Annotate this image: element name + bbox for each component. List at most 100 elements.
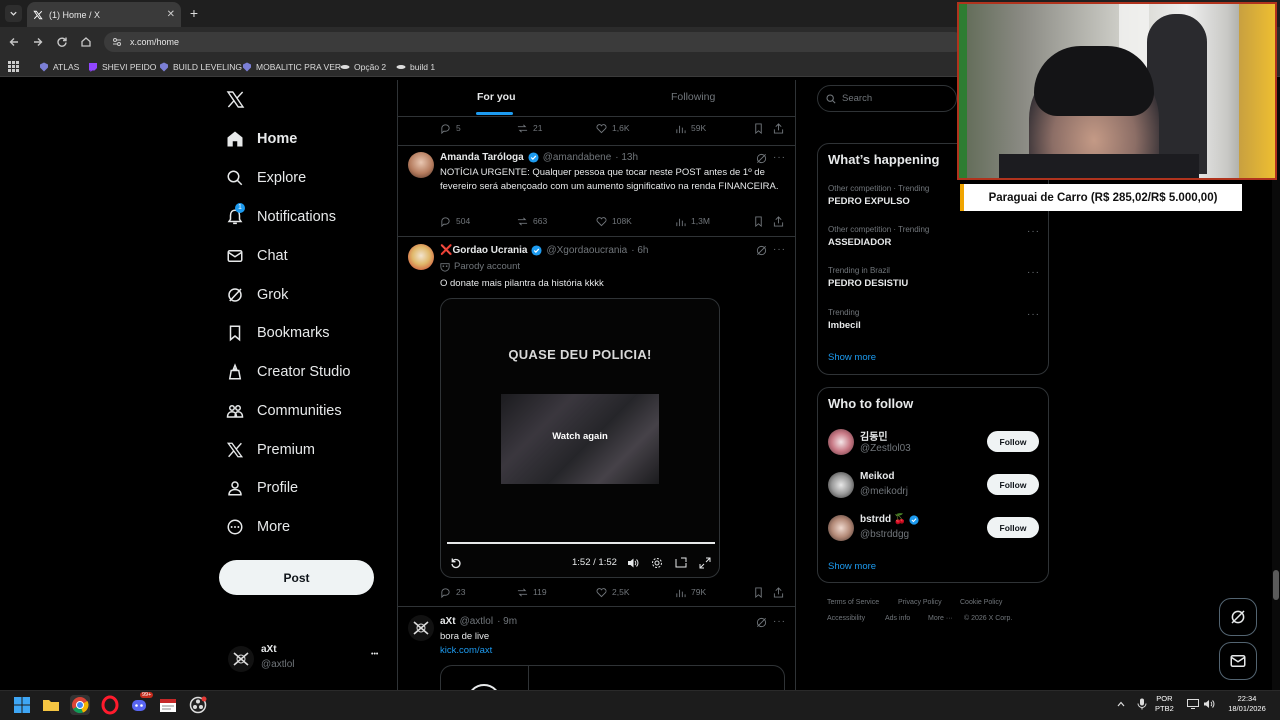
site-info-icon[interactable] bbox=[112, 37, 122, 47]
x-logo-icon[interactable] bbox=[226, 90, 245, 109]
follow-suggestion[interactable]: Meikod @meikodrj Follow bbox=[828, 470, 1040, 500]
trend-more-icon[interactable]: ··· bbox=[1027, 267, 1040, 278]
like-button[interactable]: 108K bbox=[596, 216, 632, 227]
watch-again-button[interactable]: Watch again bbox=[501, 431, 659, 442]
footer-cookie[interactable]: Cookie Policy bbox=[960, 599, 1002, 606]
video-player[interactable]: QUASE DEU POLICIA! Watch again 1:52 / 1:… bbox=[440, 298, 720, 578]
obs-icon[interactable] bbox=[188, 695, 208, 715]
footer-accessibility[interactable]: Accessibility bbox=[827, 615, 865, 622]
nav-bookmarks[interactable]: Bookmarks bbox=[226, 320, 330, 346]
tab-for-you[interactable]: For you bbox=[477, 91, 516, 103]
nav-chat[interactable]: Chat bbox=[226, 243, 288, 269]
messages-float-button[interactable] bbox=[1219, 642, 1257, 680]
home-icon[interactable] bbox=[78, 34, 94, 50]
follow-button[interactable]: Follow bbox=[987, 517, 1039, 538]
views-button[interactable]: 1,3M bbox=[675, 216, 710, 227]
avatar[interactable] bbox=[408, 615, 434, 641]
post-author-name[interactable]: Amanda Taróloga bbox=[440, 152, 524, 163]
scrollbar-thumb[interactable] bbox=[1273, 570, 1279, 600]
reply-button[interactable]: 5 bbox=[440, 123, 461, 134]
link-card[interactable] bbox=[440, 665, 785, 690]
discord-icon[interactable]: 99+ bbox=[129, 692, 154, 715]
trend-more-icon[interactable]: ··· bbox=[1027, 309, 1040, 320]
nav-profile[interactable]: Profile bbox=[226, 475, 298, 501]
follow-button[interactable]: Follow bbox=[987, 474, 1039, 495]
like-button[interactable]: 2,5K bbox=[596, 587, 630, 598]
repost-button[interactable]: 663 bbox=[517, 216, 547, 227]
footer-terms[interactable]: Terms of Service bbox=[827, 599, 879, 606]
post-author-name[interactable]: ❌Gordao Ucrania bbox=[440, 245, 527, 256]
avatar[interactable] bbox=[408, 244, 434, 270]
trend-item[interactable]: Trending Imbecil bbox=[828, 308, 1040, 331]
post-more-icon[interactable]: ··· bbox=[773, 616, 786, 627]
network-icon[interactable] bbox=[1187, 699, 1199, 709]
trend-more-icon[interactable]: ··· bbox=[1027, 226, 1040, 237]
replay-icon[interactable] bbox=[450, 557, 462, 569]
footer-more[interactable]: More ··· bbox=[928, 615, 953, 622]
views-button[interactable]: 59K bbox=[675, 123, 706, 134]
avatar[interactable] bbox=[408, 152, 434, 178]
tab-following[interactable]: Following bbox=[671, 91, 715, 103]
search-input[interactable]: Search bbox=[817, 85, 957, 112]
file-explorer-icon[interactable] bbox=[41, 695, 61, 715]
clock[interactable]: 22:34 18/01/2026 bbox=[1224, 694, 1270, 714]
language-indicator[interactable]: POR PTB2 bbox=[1155, 694, 1174, 714]
forward-icon[interactable] bbox=[30, 34, 46, 50]
follow-suggestion[interactable]: bstrdd 🍒 @bstrddgg Follow bbox=[828, 513, 1040, 543]
video-progress-bar[interactable] bbox=[447, 542, 715, 544]
grok-icon[interactable] bbox=[756, 153, 767, 164]
post-time[interactable]: · 13h bbox=[615, 152, 638, 163]
share-icon[interactable] bbox=[773, 586, 789, 598]
volume-icon[interactable] bbox=[627, 557, 639, 569]
tab-close-icon[interactable]: ✕ bbox=[167, 9, 175, 20]
bookmark-post-icon[interactable] bbox=[753, 122, 769, 134]
share-icon[interactable] bbox=[773, 215, 789, 227]
post-author-name[interactable]: aXt bbox=[440, 616, 456, 627]
grok-float-button[interactable] bbox=[1219, 598, 1257, 636]
views-button[interactable]: 79K bbox=[675, 587, 706, 598]
post-link[interactable]: kick.com/axt bbox=[440, 644, 492, 658]
grok-icon[interactable] bbox=[756, 617, 767, 628]
fullscreen-icon[interactable] bbox=[699, 557, 711, 569]
new-tab-button[interactable]: + bbox=[187, 6, 201, 20]
post-time[interactable]: · 9m bbox=[497, 616, 517, 627]
nav-communities[interactable]: Communities bbox=[226, 398, 342, 424]
reload-icon[interactable] bbox=[54, 34, 70, 50]
reply-button[interactable]: 23 bbox=[440, 587, 465, 598]
picture-in-picture-icon[interactable] bbox=[675, 557, 687, 569]
app-icon[interactable] bbox=[158, 695, 178, 715]
follow-show-more-link[interactable]: Show more bbox=[828, 561, 876, 572]
back-icon[interactable] bbox=[6, 34, 22, 50]
windows-start-icon[interactable] bbox=[12, 695, 32, 715]
opera-icon[interactable] bbox=[100, 695, 120, 715]
grok-icon[interactable] bbox=[756, 245, 767, 256]
bookmark-build-1[interactable]: build 1 bbox=[396, 60, 435, 73]
nav-explore[interactable]: Explore bbox=[226, 165, 306, 191]
footer-ads-info[interactable]: Ads info bbox=[885, 615, 910, 622]
nav-premium[interactable]: Premium bbox=[226, 437, 315, 463]
post-author-handle[interactable]: @Xgordaoucrania bbox=[546, 245, 627, 256]
bookmark-post-icon[interactable] bbox=[753, 586, 769, 598]
repost-button[interactable]: 119 bbox=[517, 587, 547, 598]
reply-button[interactable]: 504 bbox=[440, 216, 470, 227]
trend-item[interactable]: Other competition · Trending ASSEDIADOR bbox=[828, 225, 1040, 248]
follow-suggestion[interactable]: 김동민 @Zestlol03 Follow bbox=[828, 427, 1040, 457]
bookmark-atlas[interactable]: ATLAS bbox=[39, 60, 79, 73]
apps-grid-icon[interactable] bbox=[8, 61, 19, 72]
like-button[interactable]: 1,6K bbox=[596, 123, 630, 134]
post-author-handle[interactable]: @amandabene bbox=[543, 152, 612, 163]
bookmark-build-leveling[interactable]: BUILD LEVELING bbox=[159, 60, 242, 73]
tray-chevron-up-icon[interactable] bbox=[1116, 699, 1126, 709]
nav-creator-studio[interactable]: Creator Studio bbox=[226, 359, 351, 385]
bookmark-shevi-peido[interactable]: SHEVI PEIDO bbox=[88, 60, 156, 73]
chrome-icon[interactable] bbox=[70, 695, 90, 715]
follow-button[interactable]: Follow bbox=[987, 431, 1039, 452]
nav-home[interactable]: Home bbox=[226, 126, 297, 152]
post-author-handle[interactable]: @axtlol bbox=[460, 616, 494, 627]
nav-notifications[interactable]: 1 Notifications bbox=[226, 203, 336, 230]
microphone-icon[interactable] bbox=[1137, 698, 1147, 710]
browser-tab-active[interactable]: (1) Home / X ✕ bbox=[27, 2, 181, 27]
post-button[interactable]: Post bbox=[219, 560, 374, 595]
trends-show-more-link[interactable]: Show more bbox=[828, 352, 876, 363]
bookmark-opcao-2[interactable]: Opção 2 bbox=[340, 60, 386, 73]
